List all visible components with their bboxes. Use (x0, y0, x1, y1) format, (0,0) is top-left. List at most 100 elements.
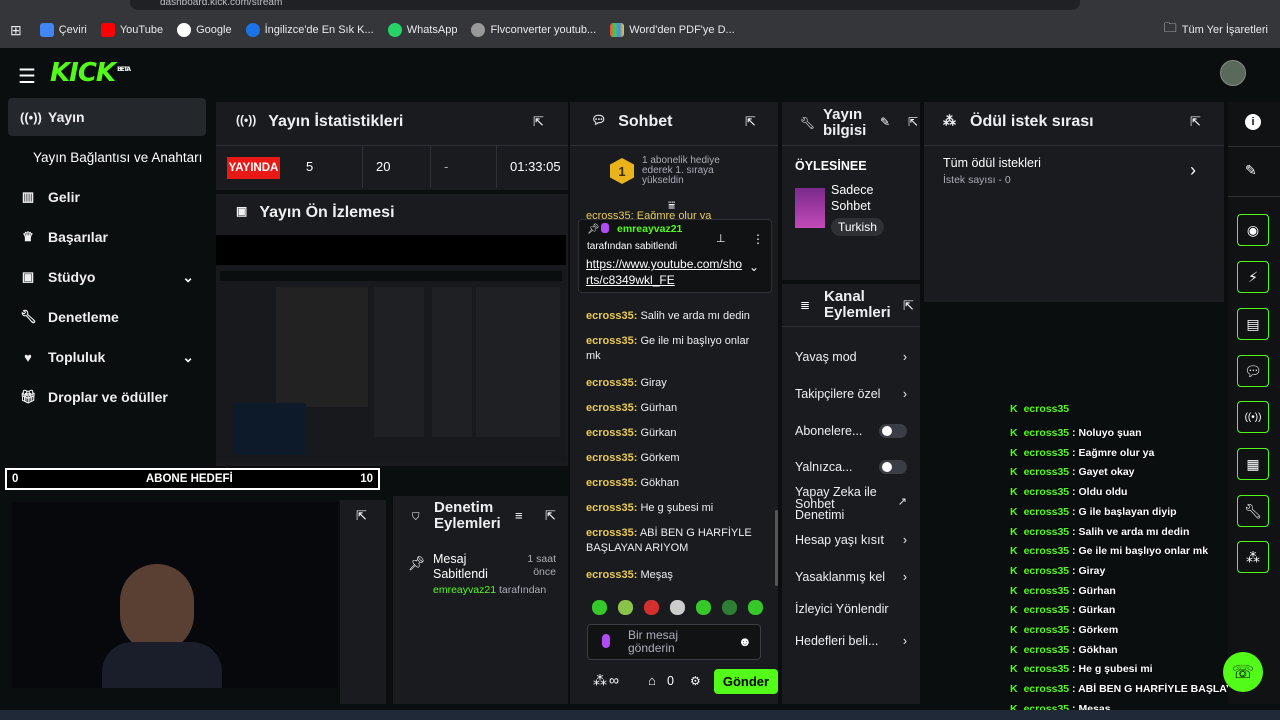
chat-scrollbar[interactable] (775, 510, 778, 586)
apps-grid-icon[interactable]: ⊞ (10, 22, 22, 39)
chat-username[interactable]: ecross35: (586, 402, 637, 414)
filter-icon[interactable]: ≡ (515, 508, 523, 523)
stream-category[interactable]: Sadece Sohbet (831, 182, 901, 214)
chat-header: 💬︎ Sohbet (591, 113, 672, 131)
sidebar-item-droplar[interactable]: 🎁︎ Droplar ve ödüller (8, 378, 206, 416)
emote-only-toggle[interactable] (879, 460, 907, 474)
bookmark-whatsapp[interactable]: WhatsApp (387, 23, 457, 37)
chat-username[interactable]: ecross35: (586, 452, 637, 464)
popout-icon[interactable]: ⇱ (903, 298, 914, 314)
action-account-age[interactable]: Hesap yaşı kısıt › (795, 533, 907, 547)
emote-icon[interactable] (748, 600, 763, 615)
chat-username[interactable]: ecross35: (586, 377, 637, 389)
kick-icon: K (1010, 584, 1018, 597)
chart-icon: ▥ (21, 189, 35, 204)
info-icon[interactable]: i (1245, 114, 1261, 130)
popout-icon[interactable]: ⇱ (545, 508, 556, 524)
unpin-icon[interactable]: ⊥ (716, 232, 726, 245)
emote-icon[interactable] (592, 600, 607, 615)
sidebar-item-topluluk[interactable]: ♥ Topluluk ⌄ (8, 338, 206, 376)
action-ai-moderation[interactable]: Yapay Zeka ile Sohbet Denetimi ↗ (795, 486, 907, 522)
preview-video[interactable] (216, 235, 566, 463)
rewards-icon[interactable]: ⁂ (1237, 541, 1269, 573)
moderation-item-user[interactable]: emreayvaz21 (433, 584, 496, 596)
emote-icon[interactable] (670, 600, 685, 615)
more-icon[interactable]: ⋮ (752, 232, 764, 246)
broadcast-icon[interactable]: ((•)) (1237, 401, 1269, 433)
popout-icon[interactable]: ⇱ (745, 114, 756, 130)
popout-icon[interactable]: ⇱ (533, 114, 544, 130)
overlay-chat-partial: Kecross35 (1010, 405, 1069, 415)
emote-icon[interactable] (722, 600, 737, 615)
action-raid[interactable]: İzleyici Yönlendir (795, 602, 907, 616)
points-display[interactable]: ⁂ ∞ (593, 672, 619, 689)
sidebar-item-gelir[interactable]: ▥ Gelir (8, 178, 206, 216)
all-bookmarks[interactable]: 🗀 Tüm Yer İşaretleri (1164, 19, 1268, 41)
bookmark-google[interactable]: Google (177, 23, 232, 37)
divider (1228, 146, 1280, 147)
gear-icon[interactable]: ⚙ (690, 674, 701, 688)
address-bar[interactable]: dashboard.kick.com/stream (130, 0, 1080, 10)
chat-bubble-icon[interactable]: 💬︎ (1237, 355, 1269, 387)
action-followers-only[interactable]: Takipçilere özel › (795, 387, 907, 401)
edit-icon[interactable]: ✎ (1245, 162, 1257, 179)
menu-icon[interactable]: ☰ (18, 64, 36, 89)
chat-username[interactable]: ecross35: (586, 310, 637, 322)
store-icon[interactable]: ⌂ (648, 673, 656, 688)
chat-username[interactable]: ecross35: (586, 569, 637, 581)
chat-username[interactable]: ecross35: (586, 477, 637, 489)
chat-input[interactable]: Bir mesaj gönderin ☻ (587, 624, 761, 660)
sidebar-item-stream-key[interactable]: Yayın Bağlantısı ve Anahtarı (8, 138, 206, 176)
action-label: Yavaş mod (795, 350, 857, 364)
sidebar-item-basarilar[interactable]: ♛ Başarılar (8, 218, 206, 256)
edit-icon[interactable]: ✎ (880, 115, 890, 129)
bookmark-ingilizce[interactable]: İngilizce'de En Sık K... (245, 23, 374, 37)
sidebar-item-yayin[interactable]: ((•)) Yayın (8, 98, 206, 136)
send-button[interactable]: Gönder (714, 669, 778, 694)
overlay-chat-line: Kecross35 : Ge ile mi başlıyo onlar mk (1010, 545, 1209, 558)
chat-username[interactable]: ecross35: (586, 427, 637, 439)
bookmark-flvconverter[interactable]: Flvconverter youtub... (471, 23, 596, 37)
sidebar-item-label: Stüdyo (48, 269, 96, 285)
bookmark-word-pdf[interactable]: Word'den PDF'ye D... (610, 23, 735, 37)
kick-logo[interactable]: KICK BETA (50, 58, 131, 88)
all-rewards-link[interactable]: Tüm ödül istekleri (943, 156, 1041, 170)
action-banned-words[interactable]: Yasaklanmış kel › (795, 570, 907, 584)
pinned-user[interactable]: emreayvaz21 (617, 223, 682, 235)
overlay-user: ecross35 (1023, 564, 1070, 577)
chat-username[interactable]: ecross35: (586, 527, 637, 539)
sidebar-item-denetleme[interactable]: 🔧︎ Denetleme (8, 298, 206, 336)
bookmark-ceviri[interactable]: Çeviri (39, 23, 87, 37)
pinned-link[interactable]: https://www.youtube.com/shorts/c8349wkl_… (586, 256, 744, 288)
popout-icon[interactable]: ⇱ (356, 508, 367, 524)
sidebar-item-studyo[interactable]: ▣ Stüdyo ⌄ (8, 258, 206, 296)
bookmark-youtube[interactable]: YouTube (100, 23, 163, 37)
subscribers-toggle[interactable] (879, 424, 907, 438)
action-emote-only[interactable]: Yalnızca... (795, 460, 907, 474)
chevron-down-icon[interactable]: ⌄ (749, 260, 759, 274)
emote-icon[interactable] (696, 600, 711, 615)
wrench-icon[interactable]: 🔧︎ (1237, 495, 1269, 527)
action-slow-mode[interactable]: Yavaş mod › (795, 350, 907, 364)
emoji-icon[interactable]: ☻ (738, 634, 752, 649)
emote-icon[interactable] (644, 600, 659, 615)
action-subscribers-only[interactable]: Abonelere... (795, 424, 907, 438)
notes-icon[interactable]: ▤ (1237, 308, 1269, 340)
popout-icon[interactable]: ⇱ (908, 115, 918, 129)
chat-username[interactable]: ecross35: (586, 335, 637, 347)
goal-end: 10 (360, 473, 373, 485)
overlay-user: ecross35 (1023, 604, 1070, 617)
action-goals[interactable]: Hedefleri beli... › (795, 634, 907, 648)
layout-icon[interactable]: ▦ (1237, 448, 1269, 480)
emote-icon[interactable] (618, 600, 633, 615)
chevron-right-icon[interactable]: › (1190, 160, 1196, 181)
chat-text: Gürhan (640, 402, 678, 414)
avatar[interactable] (1220, 60, 1246, 86)
chevron-right-icon: › (902, 387, 907, 401)
support-chat-icon[interactable]: ☏ (1223, 652, 1263, 692)
bolt-icon[interactable]: ⚡︎ (1237, 261, 1269, 293)
camera-icon[interactable]: ◉ (1237, 214, 1269, 246)
beta-badge: BETA (117, 66, 131, 74)
popout-icon[interactable]: ⇱ (1190, 114, 1201, 130)
chat-username[interactable]: ecross35: (586, 502, 637, 514)
